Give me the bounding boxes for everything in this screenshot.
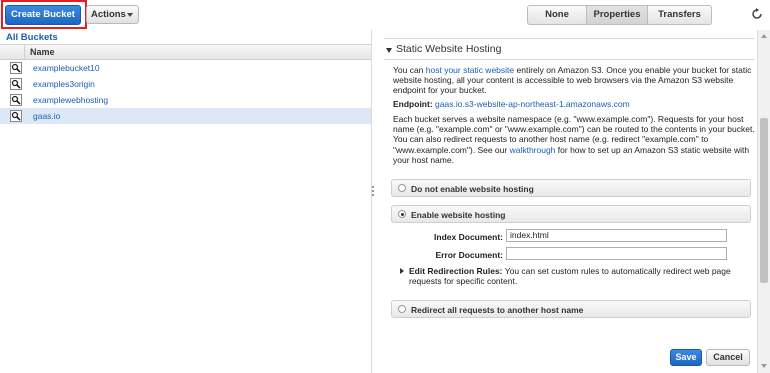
redirection-rules: Edit Redirection Rules: You can set cust… [409, 266, 739, 286]
option-enable-hosting[interactable]: Enable website hosting [391, 205, 751, 223]
bucket-properties-icon[interactable] [10, 62, 22, 74]
bucket-properties-icon[interactable] [10, 78, 22, 90]
table-row[interactable]: examplebucket10 [0, 60, 372, 76]
vertical-scrollbar[interactable] [757, 30, 770, 373]
scroll-up-icon[interactable] [761, 34, 767, 38]
bucket-name[interactable]: examples3origin [33, 79, 95, 89]
cancel-button[interactable]: Cancel [706, 349, 750, 366]
scroll-down-icon[interactable] [761, 364, 767, 368]
index-document-input[interactable]: index.html [506, 229, 727, 242]
table-row[interactable]: examplewebhosting [0, 92, 372, 108]
expand-triangle-icon[interactable] [400, 268, 404, 274]
breadcrumb-all-buckets[interactable]: All Buckets [6, 32, 58, 43]
intro-prefix: You can [393, 65, 426, 75]
radio-disable[interactable] [398, 184, 406, 192]
toolbar: Create Bucket Actions None Properties Tr… [0, 0, 770, 30]
scrollbar-thumb[interactable] [760, 118, 768, 283]
option-label: Redirect all requests to another host na… [411, 305, 584, 315]
bucket-list-panel: All Buckets Name examplebucket10 example… [0, 30, 372, 373]
collapse-triangle-icon[interactable] [386, 48, 392, 53]
icon-column-header [0, 45, 25, 60]
error-document-label: Error Document: [435, 250, 503, 260]
option-label: Do not enable website hosting [411, 184, 534, 194]
table-header: Name [0, 44, 372, 60]
actions-label: Actions [91, 9, 126, 20]
endpoint-link[interactable]: gaas.io.s3-website-ap-northeast-1.amazon… [435, 99, 630, 109]
view-properties-tab[interactable]: Properties [587, 5, 648, 25]
bucket-name[interactable]: examplewebhosting [33, 95, 108, 105]
divider [384, 38, 754, 39]
bucket-name[interactable]: examplebucket10 [33, 63, 100, 73]
refresh-icon[interactable] [751, 8, 763, 20]
endpoint-label: Endpoint: [393, 99, 433, 109]
option-label: Enable website hosting [411, 210, 506, 220]
error-document-input[interactable] [506, 247, 727, 260]
redirection-rules-toggle[interactable]: Edit Redirection Rules: [409, 266, 503, 276]
option-disable-hosting[interactable]: Do not enable website hosting [391, 179, 751, 197]
endpoint-row: Endpoint: gaas.io.s3-website-ap-northeas… [393, 99, 630, 109]
save-button[interactable]: Save [670, 349, 702, 366]
properties-panel: Static Website Hosting You can host your… [372, 30, 757, 373]
radio-enable[interactable] [398, 210, 406, 218]
option-redirect-requests[interactable]: Redirect all requests to another host na… [391, 300, 751, 318]
info-text: Each bucket serves a website namespace (… [393, 114, 755, 165]
view-none-tab[interactable]: None [527, 5, 587, 25]
actions-dropdown[interactable]: Actions [86, 5, 139, 24]
table-row[interactable]: examples3origin [0, 76, 372, 92]
radio-redirect[interactable] [398, 305, 406, 313]
host-static-website-link[interactable]: host your static website [426, 65, 514, 75]
table-row-selected[interactable]: gaas.io [0, 108, 372, 124]
walkthrough-link[interactable]: walkthrough [510, 145, 556, 155]
view-transfers-tab[interactable]: Transfers [648, 5, 712, 25]
bucket-properties-icon[interactable] [10, 94, 22, 106]
index-document-label: Index Document: [434, 232, 503, 242]
name-column-header[interactable]: Name [30, 47, 55, 57]
create-bucket-button[interactable]: Create Bucket [5, 5, 81, 25]
divider [384, 59, 754, 60]
intro-text: You can host your static website entirel… [393, 65, 755, 96]
bucket-properties-icon[interactable] [10, 110, 22, 122]
chevron-down-icon [127, 13, 133, 17]
bucket-name[interactable]: gaas.io [33, 111, 60, 121]
section-title[interactable]: Static Website Hosting [396, 43, 501, 55]
s3-console: Create Bucket Actions None Properties Tr… [0, 0, 770, 373]
